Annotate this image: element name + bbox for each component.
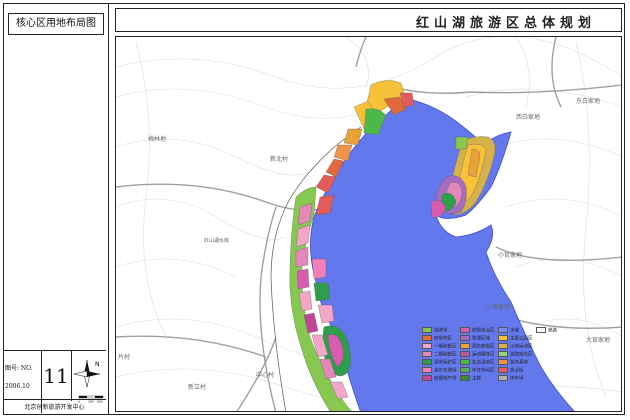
place-yanglindi: 梅林地 [148, 135, 166, 143]
legend-item: 主题公园区 [498, 335, 533, 342]
legend-item: 高尔夫球场 [422, 367, 457, 374]
legend-item: 水域 [498, 327, 519, 334]
legend-item: 停车场 [498, 375, 524, 382]
place-xiaoguanjiadi-2: 小官家地 [486, 303, 510, 311]
legend-item: 体育休闲区 [460, 367, 495, 374]
legend-item: 管理区域 [460, 335, 490, 342]
drawing-number-label: 图号: NO. [5, 365, 33, 372]
legend-item: 度假商业区 [460, 327, 495, 334]
north-label: N [95, 361, 100, 368]
legend-item: 铁路 [536, 327, 557, 334]
legend-item: 二期别墅区 [422, 351, 457, 358]
place-zhongxincun: 中心村 [256, 371, 274, 379]
legend-item: 服务基地 [498, 359, 528, 366]
place-xinbeicun: 新北村 [270, 155, 288, 163]
legend-item: 度假村区 [422, 335, 452, 342]
legend-item: 一期别墅区 [422, 343, 457, 350]
title-block: 图号: NO. 2006.10 11 N 0 300 600 北京创新旅游开发中… [3, 350, 106, 413]
drawing-date: 2006.10 [5, 383, 30, 390]
place-xibaijiadi: 西白家地 [516, 113, 540, 121]
map-area: 梅林地 新北村 西白家地 东白家地 小官家地 小官家地 大官家地 中心村 新立村… [115, 36, 622, 412]
place-dongbaijiadi: 东白家地 [576, 97, 600, 105]
legend-item: 生态湿地区 [460, 359, 495, 366]
place-xiaoguanjiadi-1: 小官家地 [498, 251, 522, 259]
legend-item: 游憩观光区 [498, 351, 533, 358]
drawing-number: 11 [41, 351, 72, 401]
legend-item: 主题 [460, 375, 481, 382]
sheet-title: 核心区用地布局图 [8, 13, 104, 35]
title-bar: 红山湖旅游区总体规划 [115, 8, 622, 32]
legend-item: 山地运动区 [498, 343, 533, 350]
main-title: 红山湖旅游区总体规划 [415, 16, 596, 31]
legend-item: 商业街 [498, 367, 524, 374]
organization: 北京创新旅游开发中心 [3, 399, 106, 411]
place-xinlicun: 新立村 [188, 383, 206, 391]
place-zhuangcun: 片村 [118, 353, 130, 361]
legend-item: 度假地产带 [422, 375, 457, 382]
legend-item: 湖滨带 [422, 327, 448, 334]
legend-item: 运动健身区 [460, 351, 495, 358]
place-center-label: 红山湖水库 [204, 237, 229, 244]
north-arrow-icon: N [73, 360, 100, 388]
legend-item: 酒店度假区 [460, 343, 495, 350]
legend-item: 湿地保护区 [422, 359, 457, 366]
legend: 湖滨带 度假村区 一期别墅区 二期别墅区 湿地保护区 高尔夫球场 度假地产带 度… [422, 327, 602, 383]
